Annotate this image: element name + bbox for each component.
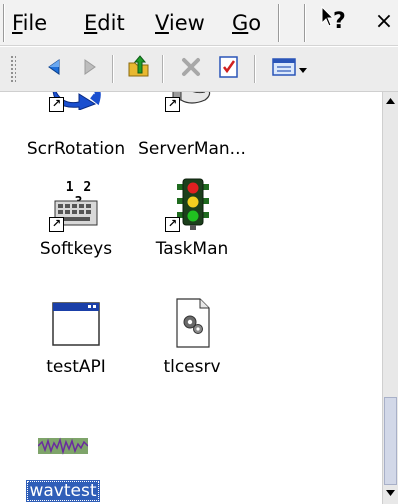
toolbar-separator [162,55,164,83]
back-icon [44,56,66,82]
close-button[interactable]: × [372,5,396,39]
up-folder-icon [126,54,152,84]
menu-file-label: ile [22,11,48,35]
vertical-scrollbar[interactable] [382,92,398,504]
menu-separator [278,4,280,42]
system-file-icon [167,298,217,348]
toolbar [0,47,398,92]
toolbar-grip[interactable] [10,55,16,83]
menu-separator [304,4,306,42]
menu-view-accesskey: V [155,11,169,35]
file-name: ScrRotation [26,139,126,159]
views-button[interactable] [266,54,314,84]
file-item-tlcesrv[interactable]: tlcesrv [132,298,252,378]
menu-bar: File Edit View Go ? × [0,0,398,46]
up-folder-button[interactable] [124,54,154,84]
menu-edit-label: dit [97,11,125,35]
scrollbar-thumb[interactable] [384,397,397,485]
file-item-wavtest[interactable]: wavtest [11,422,115,502]
toolbar-separator [112,55,114,83]
menu-view-label: iew [168,11,205,35]
file-name: TaskMan [155,239,229,259]
file-list: ↗ ScrRotation ↗ ServerMan... 1 2 3 [0,92,382,504]
shortcut-arrow-icon: ↗ [165,217,180,232]
help-icon: ? [333,9,346,34]
delete-button[interactable] [176,54,206,84]
menu-go-label: o [248,11,262,35]
scroll-down-button[interactable] [383,486,398,502]
file-name: ServerMan... [138,139,246,159]
chevron-down-icon [298,60,308,79]
shortcut-arrow-icon: ↗ [49,217,64,232]
close-icon: × [374,9,394,34]
delete-icon [180,56,202,82]
scroll-up-arrow-icon [386,97,395,107]
forward-button[interactable] [74,54,104,84]
file-name: wavtest [26,480,100,502]
forward-icon [78,56,100,82]
application-window-icon [51,298,101,348]
menu-edit-accesskey: E [84,11,98,35]
screen-rotation-icon: ↗ [49,92,101,130]
file-name: Softkeys [39,239,113,259]
menu-edit[interactable]: Edit [84,6,125,40]
menu-file[interactable]: File [12,6,47,40]
file-name: testAPI [46,357,106,377]
properties-icon [217,55,241,83]
file-item-scrrotation[interactable]: ↗ ScrRotation [16,92,136,160]
scroll-down-arrow-icon [386,489,395,499]
toolbar-separator [254,55,256,83]
traffic-light-icon: ↗ [165,178,217,232]
waveform-icon [38,422,88,472]
softkeys-icon: 1 2 3 ↗ [49,180,101,232]
file-item-taskman[interactable]: ↗ TaskMan [132,178,252,260]
scroll-up-button[interactable] [383,94,398,110]
file-item-serverman[interactable]: ↗ ServerMan... [132,92,252,160]
help-button[interactable]: ? [317,5,357,39]
file-name: tlcesrv [163,357,221,377]
file-item-testapi[interactable]: testAPI [16,298,136,378]
menu-view[interactable]: View [155,6,205,40]
menu-go-accesskey: G [232,11,249,35]
shortcut-arrow-icon: ↗ [49,97,64,112]
menu-separator [3,4,5,42]
properties-button[interactable] [214,54,244,84]
menu-file-accesskey: F [12,11,23,35]
views-icon [272,56,298,82]
menu-go[interactable]: Go [232,6,261,40]
server-manager-icon: ↗ [165,92,217,130]
back-button[interactable] [40,54,70,84]
shortcut-arrow-icon: ↗ [165,97,180,112]
file-item-softkeys[interactable]: 1 2 3 ↗ Softkeys [16,180,136,260]
